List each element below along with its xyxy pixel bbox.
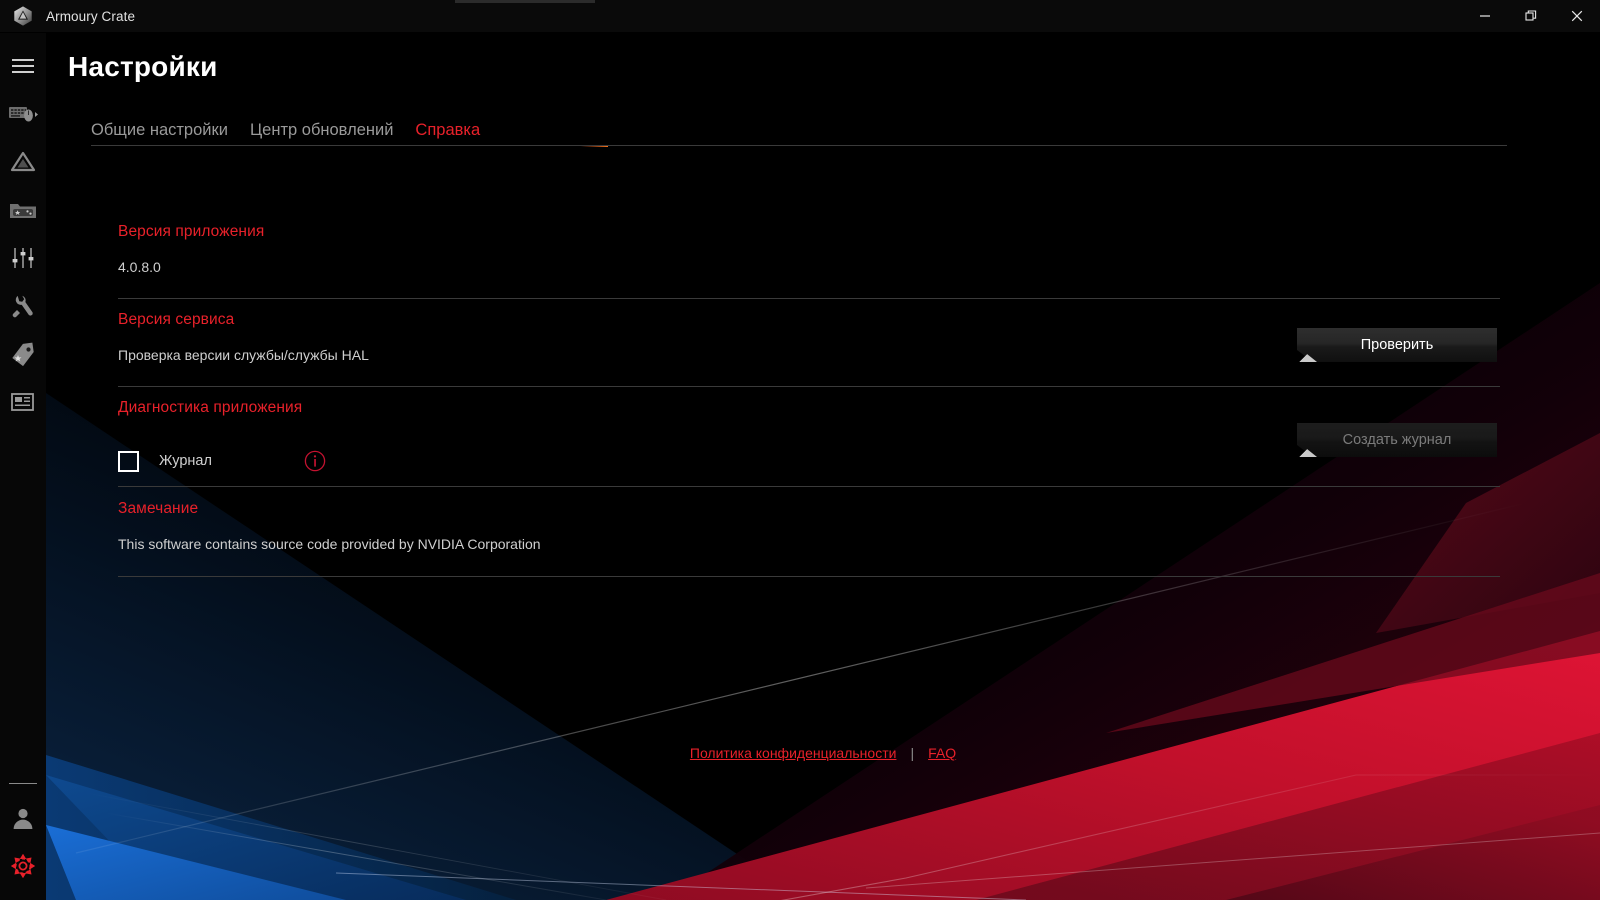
diagnostics-heading: Диагностика приложения [118,399,303,416]
main-content: Настройки Общие настройки Центр обновлен… [46,33,1600,900]
close-icon[interactable] [1554,0,1600,33]
scenario-profiles-sliders-icon [12,248,34,268]
tab-bar: Общие настройки Центр обновлений Справка [91,111,1507,147]
section-divider-3 [118,486,1500,487]
sidebar-item-featured-deals[interactable] [0,330,46,378]
tab-general-settings[interactable]: Общие настройки [91,121,228,147]
sidebar [0,33,46,900]
tools-wrench-icon [12,295,33,318]
page-title: Настройки [68,51,218,82]
note-value: This software contains source code provi… [118,536,541,552]
sidebar-item-keyboard-mouse-device[interactable] [0,90,46,138]
sidebar-item-settings[interactable] [0,842,46,890]
hamburger-menu-icon[interactable] [0,42,46,90]
privacy-policy-link[interactable]: Политика конфиденциальности [690,745,897,761]
minimize-icon[interactable] [1462,0,1508,33]
app-version-heading: Версия приложения [118,223,265,240]
section-app-version: Версия приложения 4.0.8.0 [118,223,1500,275]
window-controls [1462,0,1600,33]
section-divider-2 [118,386,1500,387]
featured-deals-tag-icon [12,342,34,366]
user-account-icon [13,808,33,829]
check-service-version-button-wrap: Проверить [1297,328,1497,362]
game-library-icon [10,204,36,218]
sidebar-item-aura-sync-lighting[interactable] [0,138,46,186]
title-bar: Armoury Crate [0,0,1600,33]
section-service-version: Версия сервиса Проверка версии службы/сл… [118,311,1500,363]
footer-links: Политика конфиденциальности | FAQ [46,745,1600,761]
sidebar-item-tools[interactable] [0,282,46,330]
tab-update-center[interactable]: Центр обновлений [250,121,393,147]
armoury-crate-logo-icon [0,0,46,33]
section-diagnostics: Диагностика приложения [118,399,1500,417]
footer-separator: | [910,745,915,761]
sidebar-divider [9,783,37,784]
restore-icon[interactable] [1508,0,1554,33]
news-article-icon [11,393,34,411]
sidebar-item-news[interactable] [0,378,46,426]
sidebar-item-scenario-profiles[interactable] [0,234,46,282]
keyboard-mouse-device-icon [9,107,38,122]
app-version-value: 4.0.8.0 [118,259,161,275]
sidebar-item-user-account[interactable] [0,794,46,842]
app-title: Armoury Crate [46,8,136,24]
sidebar-item-game-library[interactable] [0,186,46,234]
section-note: Замечание This software contains source … [118,500,1500,552]
settings-gear-icon [11,854,35,878]
check-service-version-button[interactable]: Проверить [1297,328,1497,362]
create-log-button-wrap: Создать журнал [1297,423,1497,457]
section-divider-1 [118,298,1500,299]
titlebar-accent-strip [455,0,595,3]
service-version-heading: Версия сервиса [118,311,235,328]
info-circle-icon[interactable] [304,450,326,472]
active-tab-underline [433,140,608,147]
create-log-button[interactable]: Создать журнал [1297,423,1497,457]
tab-bar-rule [91,145,1507,146]
section-divider-4 [118,576,1500,577]
log-checkbox-row: Журнал [118,450,326,472]
log-checkbox[interactable] [118,450,139,472]
aura-sync-lighting-icon [10,151,36,172]
log-checkbox-label: Журнал [159,453,212,469]
note-heading: Замечание [118,500,199,517]
service-version-value: Проверка версии службы/службы HAL [118,347,369,363]
faq-link[interactable]: FAQ [928,745,956,761]
